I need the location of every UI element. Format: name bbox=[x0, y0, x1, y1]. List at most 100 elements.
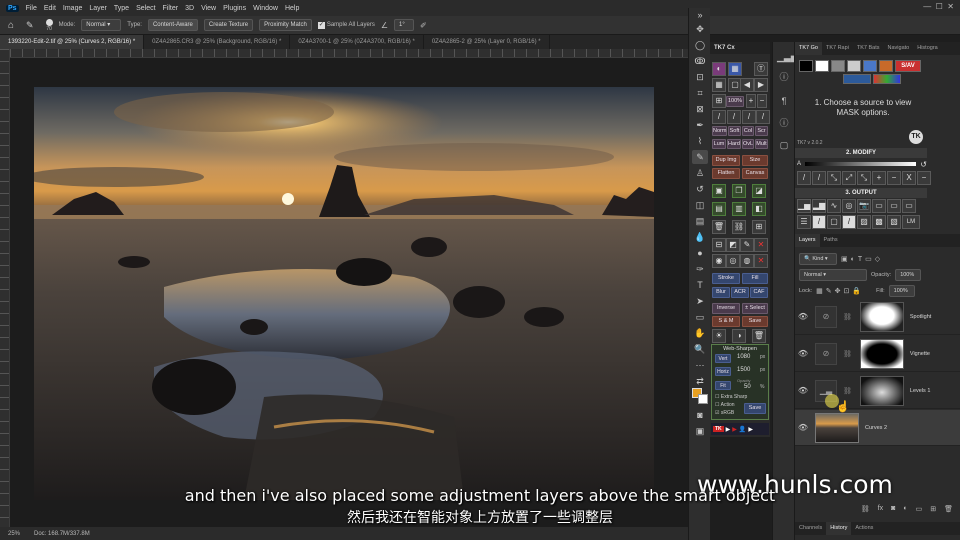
output-lm-button[interactable]: LM bbox=[902, 215, 920, 229]
modify-brush4-icon[interactable]: ⤢ bbox=[842, 171, 856, 185]
lasso-tool-icon[interactable]: ↂ bbox=[692, 54, 708, 68]
tk-brush-black-icon[interactable]: / bbox=[712, 110, 726, 124]
eyedropper-tool-icon[interactable]: ✒ bbox=[692, 118, 708, 132]
tk-lum-button[interactable]: Lum bbox=[712, 139, 726, 149]
tk-mask-icon[interactable]: ◐ bbox=[712, 62, 726, 76]
tk-next-icon[interactable]: ▶ bbox=[748, 426, 753, 433]
crop-tool-icon[interactable]: ⌗ bbox=[692, 86, 708, 100]
mask-link-icon[interactable]: ⛓ bbox=[843, 313, 852, 321]
modify-brush5-icon[interactable]: ⤡ bbox=[857, 171, 871, 185]
shape-tool-icon[interactable]: ▭ bbox=[692, 310, 708, 324]
output-brush2-icon[interactable]: / bbox=[842, 215, 856, 229]
angle-input[interactable]: 1° bbox=[394, 19, 415, 31]
output-rect2-icon[interactable]: ▭ bbox=[887, 199, 901, 213]
layer-row-vignette[interactable]: 👁 ⊘ ⛓ Vignette bbox=[795, 336, 960, 372]
tk-grid2-icon[interactable]: ⊞ bbox=[752, 220, 766, 234]
tk-brush2-icon[interactable]: ✎ bbox=[740, 238, 754, 252]
tab-histogram[interactable]: Histogra bbox=[913, 42, 941, 55]
mask-link-icon[interactable]: ⛓ bbox=[843, 387, 852, 395]
menu-window[interactable]: Window bbox=[253, 5, 278, 12]
layer-name[interactable]: Curves 2 bbox=[865, 425, 887, 431]
tk-trash-icon[interactable]: 🗑 bbox=[712, 220, 726, 234]
tk-brush-white-icon[interactable]: / bbox=[742, 110, 756, 124]
output-image3-icon[interactable]: ▧ bbox=[887, 215, 901, 229]
menu-filter[interactable]: Filter bbox=[163, 5, 179, 12]
tk-eraser-icon[interactable]: ◩ bbox=[726, 238, 740, 252]
output-curve-icon[interactable]: ∿ bbox=[827, 199, 841, 213]
tk-eye2-icon[interactable]: ◎ bbox=[726, 254, 740, 268]
tk-caf-button[interactable]: CAF bbox=[750, 287, 768, 298]
histogram-icon[interactable]: ▁▃▅ bbox=[777, 50, 798, 64]
menu-3d[interactable]: 3D bbox=[185, 5, 194, 12]
hand-tool-icon[interactable]: ✋ bbox=[692, 326, 708, 340]
document-image[interactable] bbox=[34, 87, 654, 500]
spot-healing-tool-icon[interactable]: ✎ bbox=[692, 150, 708, 164]
modify-reset-icon[interactable]: ↺ bbox=[920, 160, 927, 169]
mode-select[interactable]: Normal ▾ bbox=[81, 19, 122, 31]
source-user-icon[interactable] bbox=[843, 74, 871, 84]
layer-filter-icons[interactable]: ▣◐T▭◇ bbox=[841, 255, 883, 263]
tk-layer-mask-icon[interactable]: ◧ bbox=[752, 202, 766, 216]
path-select-tool-icon[interactable]: ➤ bbox=[692, 294, 708, 308]
tk-zoom100-button[interactable]: 100% bbox=[726, 96, 744, 107]
menu-select[interactable]: Select bbox=[136, 5, 155, 12]
tk-plus-icon[interactable]: + bbox=[746, 94, 756, 108]
tab-paths[interactable]: Paths bbox=[820, 234, 842, 247]
menu-layer[interactable]: Layer bbox=[89, 5, 107, 12]
tk-norm-button[interactable]: Norm bbox=[712, 126, 727, 136]
menu-edit[interactable]: Edit bbox=[44, 5, 56, 12]
tk-flatten-button[interactable]: Flatten bbox=[712, 168, 740, 179]
tk-layer-new-icon[interactable]: ▣ bbox=[712, 184, 726, 198]
modify-brush3-icon[interactable]: ⤡ bbox=[827, 171, 841, 185]
tk-light-icon[interactable]: ☀ bbox=[712, 329, 726, 343]
modify-slider[interactable] bbox=[805, 162, 917, 166]
tk-dup-img-button[interactable]: Dup Img bbox=[712, 155, 740, 166]
blend-mode-select[interactable]: Normal ▾ bbox=[799, 268, 867, 281]
ws-opacity-value[interactable]: 50 bbox=[744, 384, 751, 390]
sample-all-layers-checkbox[interactable]: ✓ Sample All Layers bbox=[317, 21, 375, 29]
ruler-horizontal[interactable] bbox=[10, 49, 688, 58]
tk-rewind-icon[interactable]: ◀ bbox=[740, 78, 754, 92]
source-white-icon[interactable] bbox=[815, 60, 829, 72]
tk-link-icon[interactable]: ⛓ bbox=[732, 220, 746, 234]
ruler-vertical[interactable] bbox=[0, 49, 10, 527]
notes-icon[interactable]: ▢ bbox=[777, 138, 791, 152]
layer-visibility-icon[interactable]: 👁 bbox=[795, 312, 811, 321]
dodge-tool-icon[interactable]: ● bbox=[692, 246, 708, 260]
modify-x-button[interactable]: X bbox=[902, 171, 916, 185]
pen-tool-icon[interactable]: ✑ bbox=[692, 262, 708, 276]
source-gray-icon[interactable] bbox=[831, 60, 845, 72]
background-color-swatch[interactable] bbox=[698, 394, 708, 404]
properties-icon[interactable]: ⓘ bbox=[777, 70, 791, 84]
tk-mult-button[interactable]: Mult bbox=[755, 139, 768, 149]
layer-mask-thumb[interactable] bbox=[859, 338, 904, 369]
menu-view[interactable]: View bbox=[201, 5, 216, 12]
source-light-icon[interactable] bbox=[847, 60, 861, 72]
layer-mask-thumb[interactable] bbox=[859, 301, 904, 332]
ws-horiz-value[interactable]: 1500 bbox=[737, 367, 750, 373]
layer-visibility-icon[interactable]: 👁 bbox=[795, 386, 811, 395]
ws-action-checkbox[interactable]: ☐ Action bbox=[715, 402, 735, 408]
ps-logo-icon[interactable]: Ps bbox=[6, 4, 19, 12]
layer-visibility-icon[interactable]: 👁 bbox=[795, 423, 811, 432]
tk-eye3-icon[interactable]: ◍ bbox=[740, 254, 754, 268]
layer-name[interactable]: Levels 1 bbox=[910, 388, 931, 394]
modify-minus2-button[interactable]: − bbox=[917, 171, 931, 185]
menu-file[interactable]: File bbox=[26, 5, 37, 12]
tk-delete-icon[interactable]: 🗑 bbox=[752, 329, 766, 343]
tk-blur-button[interactable]: Blur bbox=[712, 287, 730, 298]
tk-acr-button[interactable]: ACR bbox=[731, 287, 749, 298]
home-icon[interactable]: ⌂ bbox=[8, 20, 14, 31]
tk-eye-icon[interactable]: ◉ bbox=[712, 254, 726, 268]
output-levels-icon[interactable]: ▁▅ bbox=[797, 199, 811, 213]
tk-close-icon[interactable]: ✕ bbox=[754, 238, 768, 252]
tk-brush-color-icon[interactable]: / bbox=[756, 110, 770, 124]
modify-minus-button[interactable]: − bbox=[887, 171, 901, 185]
quick-mask-icon[interactable]: ◙ bbox=[692, 408, 708, 422]
sav-button[interactable]: S/AV bbox=[895, 60, 921, 72]
zoom-tool-icon[interactable]: 🔍 bbox=[692, 342, 708, 356]
marquee-tool-icon[interactable]: ◯ bbox=[692, 38, 708, 52]
source-blue-icon[interactable] bbox=[863, 60, 877, 72]
menu-image[interactable]: Image bbox=[63, 5, 82, 12]
tk-grid-icon[interactable]: ▦ bbox=[712, 78, 726, 92]
